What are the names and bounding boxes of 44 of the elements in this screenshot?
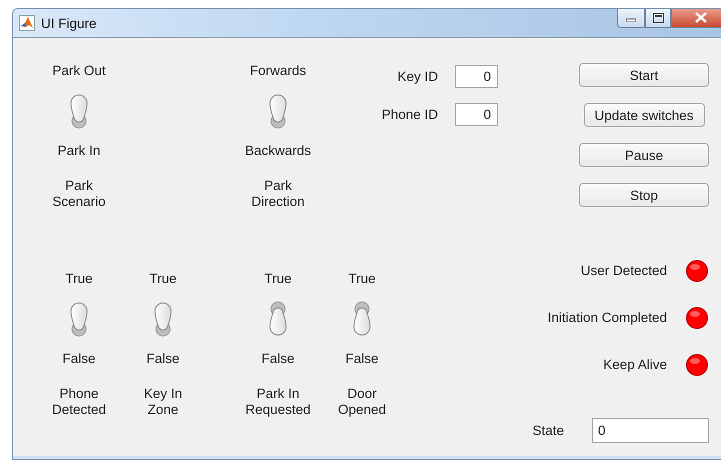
switch-on-label: True <box>348 271 376 287</box>
push-button[interactable]: Pause <box>579 143 709 167</box>
switch-on-label: True <box>264 271 292 287</box>
field-label: Key ID <box>397 68 438 84</box>
switch-name: Door Opened <box>338 386 386 418</box>
switch-name: Park Scenario <box>52 178 106 210</box>
push-button[interactable]: Start <box>579 63 709 87</box>
lamp-label: Initiation Completed <box>548 310 667 326</box>
state-field[interactable]: 0 <box>592 418 709 443</box>
lamp-label: User Detected <box>580 263 667 279</box>
window-title: UI Figure <box>41 16 97 30</box>
maximize-icon <box>652 12 664 22</box>
switch-off-label: False <box>345 351 378 367</box>
switch-on-label: True <box>149 271 177 287</box>
switch-off-label: False <box>146 351 180 367</box>
switch-name: Key In Zone <box>144 386 182 418</box>
toggle-switch[interactable] <box>152 301 174 337</box>
switch-off-label: Backwards <box>244 143 312 159</box>
lamp-label: Keep Alive <box>603 357 667 373</box>
switch-name: Park Direction <box>251 178 305 210</box>
numeric-field[interactable]: 0 <box>455 65 498 88</box>
switch-off-label: False <box>261 351 294 367</box>
switch-name: Phone Detected <box>52 386 106 418</box>
switch-off-label: False <box>62 351 96 367</box>
field-label: Phone ID <box>382 106 438 122</box>
switch-on-label: Forwards <box>250 63 306 79</box>
maximize-button[interactable] <box>645 9 671 28</box>
toggle-switch[interactable] <box>267 93 289 129</box>
push-button[interactable]: Stop <box>579 183 709 207</box>
numeric-field[interactable]: 0 <box>455 103 498 126</box>
close-button[interactable] <box>671 9 721 28</box>
switch-off-label: Park In <box>58 143 100 159</box>
close-icon <box>695 12 707 23</box>
state-label: State <box>532 422 564 438</box>
switch-name: Park In Requested <box>245 386 311 418</box>
push-button[interactable]: Update switches <box>584 103 704 127</box>
switch-on-label: True <box>65 271 93 287</box>
toggle-switch[interactable] <box>351 301 373 337</box>
toggle-switch[interactable] <box>267 301 289 337</box>
toggle-switch[interactable] <box>68 93 90 129</box>
app-logo-icon <box>19 15 35 31</box>
minimize-button[interactable] <box>617 9 645 28</box>
switch-on-label: Park Out <box>52 63 106 79</box>
toggle-switch[interactable] <box>68 301 90 337</box>
